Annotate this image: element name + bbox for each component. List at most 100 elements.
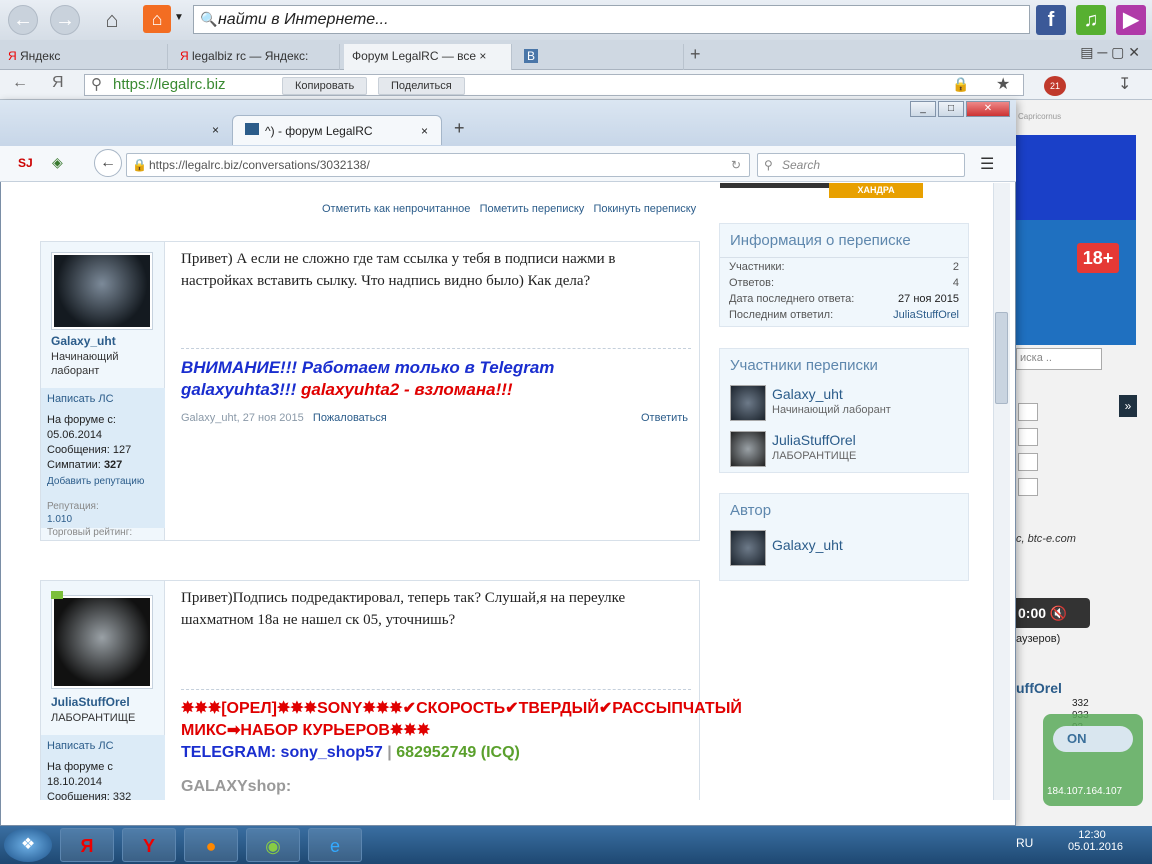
user-stats: Написать ЛС На форуме с 18.10.2014 Сообще…	[41, 735, 165, 800]
close-button[interactable]: ✕	[966, 101, 1010, 117]
mute-icon[interactable]: 🔇	[1050, 605, 1067, 621]
lock-icon: 🔒	[132, 158, 147, 172]
username-link[interactable]: Galaxy_uht	[51, 334, 116, 348]
avatar[interactable]	[51, 595, 153, 689]
outer-tab-yandex[interactable]: Я Яндекс	[0, 44, 168, 70]
yandex-icon: Я	[8, 49, 20, 63]
mark-unread-link[interactable]: Отметить как непрочитанное	[322, 203, 470, 215]
favicon-icon	[245, 123, 259, 135]
captcha-text: Capricornus	[1018, 112, 1062, 121]
copy-button[interactable]: Копировать	[282, 77, 368, 95]
outer-tab-forum[interactable]: Форум LegalRC — все ×	[344, 44, 512, 70]
online-indicator	[51, 591, 63, 599]
star-icon[interactable]: ★	[996, 74, 1010, 94]
participant-item[interactable]: JuliaStuffOrel ЛАБОРАНТИЩЕ	[720, 428, 968, 468]
user-title: Начинающий лаборант	[51, 351, 119, 377]
avatar[interactable]	[730, 431, 766, 467]
author-box: Автор Galaxy_uht	[719, 493, 969, 581]
sj-icon[interactable]: SJ	[18, 156, 33, 170]
invite-link[interactable]: Пометить переписку	[480, 203, 585, 215]
leave-link[interactable]: Покинуть переписку	[593, 203, 696, 215]
minimize-button[interactable]: _	[910, 101, 936, 117]
reply-link[interactable]: Ответить	[641, 412, 688, 424]
new-tab-icon[interactable]: +	[690, 44, 701, 65]
ff-url-field[interactable]: 🔒 https://legalrc.biz/conversations/30321…	[126, 153, 750, 177]
close-icon[interactable]: ×	[479, 49, 486, 63]
music-icon[interactable]: ♫	[1076, 5, 1106, 35]
firefox-icon[interactable]: ●	[184, 828, 238, 862]
bg-num: 332	[1072, 698, 1089, 709]
username-link[interactable]: JuliaStuffOrel	[51, 695, 130, 709]
yandex-browser-icon[interactable]: Y	[122, 828, 176, 862]
bg-field[interactable]	[1018, 403, 1038, 421]
back-icon[interactable]: ←	[8, 5, 38, 35]
bg-users-text: аузеров)	[1016, 633, 1061, 645]
back-icon[interactable]: ←	[12, 74, 28, 92]
onion-icon[interactable]: ◈	[52, 154, 63, 171]
last-replier-link[interactable]: JuliaStuffOrel	[893, 309, 959, 321]
yandex-icon: Я	[180, 49, 192, 63]
expand-icon[interactable]: »	[1119, 395, 1137, 417]
scrollbar[interactable]	[993, 183, 1010, 800]
back-icon[interactable]: ←	[94, 149, 122, 177]
avatar[interactable]	[51, 252, 153, 330]
window-controls[interactable]: ▤ ─ ▢ ✕	[1000, 44, 1140, 61]
chevron-down-icon[interactable]: ▼	[174, 12, 184, 23]
info-title: Информация о переписке	[720, 224, 968, 258]
forward-icon[interactable]: →	[50, 5, 80, 35]
clock[interactable]: 12:30 05.01.2016	[1068, 829, 1123, 853]
reputation: Репутация: 1.010 Торговый рейтинг:	[47, 501, 133, 538]
message-author-panel: JuliaStuffOrel ЛАБОРАНТИЩЕ Написать ЛС Н…	[41, 581, 165, 800]
participants-box: Участники переписки Galaxy_uht Начинающий…	[719, 348, 969, 473]
report-link[interactable]: Пожаловаться	[313, 412, 387, 424]
outer-url-field[interactable]: ⚲ https://legalrc.biz	[84, 74, 1024, 96]
outer-tab-vk[interactable]: В	[516, 44, 684, 70]
ff-tab-2[interactable]: ^) - форум LegalRC ×	[232, 115, 442, 145]
bg-field[interactable]	[1018, 453, 1038, 471]
add-reputation-link[interactable]: Добавить репутацию	[47, 476, 159, 487]
download-icon[interactable]: ↧	[1118, 74, 1131, 94]
avatar[interactable]	[730, 385, 766, 421]
bg-field[interactable]	[1018, 478, 1038, 496]
scrollbar-thumb[interactable]	[995, 312, 1008, 404]
message-meta: Galaxy_uht, 27 ноя 2015 Пожаловаться	[181, 412, 387, 424]
start-icon[interactable]: ❖	[4, 828, 52, 862]
yandex-home-icon[interactable]: ⌂	[143, 5, 171, 33]
reload-icon[interactable]: ↻	[731, 154, 741, 176]
ie-icon[interactable]: e	[308, 828, 362, 862]
extension-icon[interactable]: 21	[1044, 76, 1066, 96]
message-text: Привет)Подпись подредактировал, теперь т…	[181, 590, 626, 628]
ff-tab-1[interactable]: ×	[14, 115, 228, 145]
outer-search-input[interactable]: 🔍 найти в Интернете...	[193, 5, 1030, 34]
outer-search-placeholder: найти в Интернете...	[218, 11, 389, 28]
participants-title: Участники переписки	[730, 357, 878, 374]
send-pm-link[interactable]: Написать ЛС	[47, 393, 159, 405]
bg-field[interactable]	[1018, 428, 1038, 446]
new-tab-icon[interactable]: +	[454, 118, 465, 139]
avatar[interactable]	[730, 530, 766, 566]
bg-search-input[interactable]: иска ..	[1016, 348, 1102, 370]
language-indicator[interactable]: RU	[1016, 836, 1033, 850]
age-badge: 18+	[1077, 243, 1119, 273]
maximize-button[interactable]: □	[938, 101, 964, 117]
vpn-toggle[interactable]: ON	[1053, 726, 1133, 752]
yandex-icon: Я	[52, 74, 64, 91]
outer-tab-legalbiz[interactable]: Я legalbiz rc — Яндекс:	[172, 44, 340, 70]
search-icon: ⚲	[91, 76, 102, 93]
close-icon[interactable]: ×	[212, 115, 219, 145]
vpn-widget: ON 184.107.164.107	[1043, 714, 1143, 806]
vpn-ip: 184.107.164.107	[1047, 786, 1123, 797]
globe-icon[interactable]: ◉	[246, 828, 300, 862]
video-icon[interactable]: ▶	[1116, 5, 1146, 35]
home-icon[interactable]: ⌂	[96, 4, 128, 36]
author-item[interactable]: Galaxy_uht	[720, 527, 968, 567]
facebook-icon[interactable]: f	[1036, 5, 1066, 35]
close-icon[interactable]: ×	[421, 116, 428, 146]
share-button[interactable]: Поделиться	[378, 77, 465, 95]
menu-icon[interactable]: ☰	[980, 154, 994, 174]
yandex-taskbar-icon[interactable]: Я	[60, 828, 114, 862]
send-pm-link[interactable]: Написать ЛС	[47, 740, 159, 752]
conversation-actions: Отметить как непрочитанное Пометить пере…	[322, 203, 696, 215]
participant-item[interactable]: Galaxy_uht Начинающий лаборант	[720, 382, 968, 422]
ff-search-input[interactable]: ⚲ Search	[757, 153, 965, 177]
